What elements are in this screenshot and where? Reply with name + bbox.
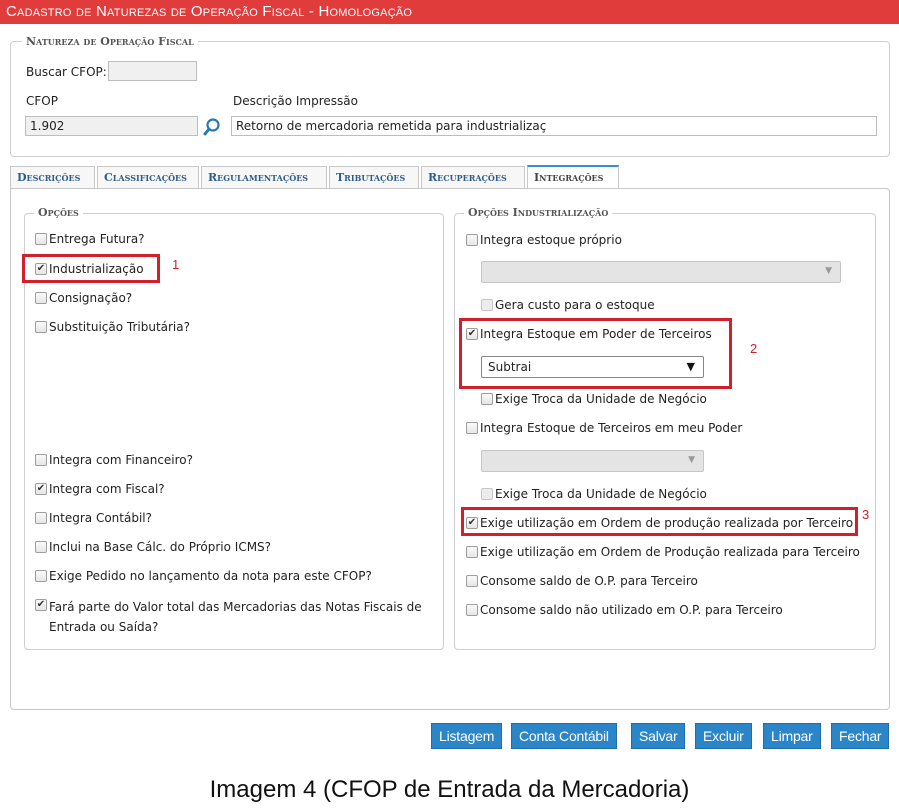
tab-descricoes[interactable]: Descrições <box>10 166 95 189</box>
checkbox-box[interactable] <box>35 570 47 582</box>
checkbox-box[interactable] <box>466 422 478 434</box>
industrializacao-legend: Opções Industrialização <box>464 206 613 219</box>
tab-recuperacoes[interactable]: Recuperações <box>421 166 525 189</box>
integra-financeiro-checkbox[interactable]: Integra com Financeiro? <box>35 452 193 468</box>
annotation-number-2: 2 <box>750 341 758 356</box>
annotation-number-3: 3 <box>862 507 870 522</box>
buscar-cfop-input[interactable] <box>108 61 197 81</box>
natureza-legend: Natureza de Operação Fiscal <box>22 35 198 48</box>
consome-saldo-checkbox[interactable]: Consome saldo de O.P. para Terceiro <box>466 573 698 589</box>
substituicao-tributaria-checkbox[interactable]: Substituição Tributária? <box>35 319 190 335</box>
annotation-number-1: 1 <box>172 257 180 272</box>
window-title: Cadastro de Naturezas de Operação Fiscal… <box>0 0 899 24</box>
tab-regulamentacoes[interactable]: Regulamentações <box>201 166 327 189</box>
image-caption: Imagem 4 (CFOP de Entrada da Mercadoria) <box>209 776 690 803</box>
exige-ordem-para-terceiro-checkbox[interactable]: Exige utilização em Ordem de Produção re… <box>466 544 860 560</box>
listagem-button[interactable]: Listagem <box>431 723 503 749</box>
fechar-button[interactable]: Fechar <box>831 723 890 749</box>
limpar-button[interactable]: Limpar <box>763 723 821 749</box>
highlight-box-1 <box>22 254 160 283</box>
checkbox-box-checked[interactable]: ✔ <box>35 483 47 495</box>
checkbox-box-disabled <box>481 299 493 311</box>
checkbox-box-checked[interactable]: ✔ <box>35 599 47 611</box>
checkbox-box[interactable] <box>35 321 47 333</box>
natureza-fieldset <box>10 41 890 157</box>
salvar-button[interactable]: Salvar <box>631 723 686 749</box>
checkbox-box[interactable] <box>35 454 47 466</box>
checkbox-box[interactable] <box>35 233 47 245</box>
highlight-box-2 <box>459 318 732 389</box>
checkbox-box[interactable] <box>466 575 478 587</box>
buscar-cfop-label: Buscar CFOP: <box>26 65 107 79</box>
consignacao-checkbox[interactable]: Consignação? <box>35 290 132 306</box>
opcoes-legend: Opções <box>34 206 83 219</box>
integra-terceiros-meu-poder-checkbox[interactable]: Integra Estoque de Terceiros em meu Pode… <box>466 420 742 436</box>
exige-troca-unidade-2-checkbox: Exige Troca da Unidade de Negócio <box>481 486 707 502</box>
exige-pedido-checkbox[interactable]: Exige Pedido no lançamento da nota para … <box>35 568 372 584</box>
tab-integracoes[interactable]: Integrações <box>527 165 619 189</box>
checkbox-box[interactable] <box>35 292 47 304</box>
terceiros-meu-poder-select: ▼ <box>481 450 704 472</box>
tab-classificacoes[interactable]: Classificações <box>97 166 199 189</box>
cfop-label: CFOP <box>26 94 58 108</box>
integra-estoque-proprio-checkbox[interactable]: Integra estoque próprio <box>466 232 622 248</box>
integra-contabil-checkbox[interactable]: Integra Contábil? <box>35 510 152 526</box>
checkbox-box[interactable] <box>466 546 478 558</box>
highlight-box-3 <box>461 507 858 536</box>
checkbox-box[interactable] <box>35 512 47 524</box>
checkbox-box[interactable] <box>466 234 478 246</box>
excluir-button[interactable]: Excluir <box>695 723 752 749</box>
gera-custo-checkbox: Gera custo para o estoque <box>481 297 655 313</box>
consome-saldo-nao-utilizado-checkbox[interactable]: Consome saldo não utilizado em O.P. para… <box>466 602 783 618</box>
chevron-down-icon: ▼ <box>825 266 832 276</box>
tab-tributacoes[interactable]: Tributações <box>329 166 419 189</box>
conta-contabil-button[interactable]: Conta Contábil <box>511 723 617 749</box>
cfop-input[interactable]: 1.902 <box>25 116 198 136</box>
descricao-label: Descrição Impressão <box>233 94 358 108</box>
search-icon[interactable] <box>202 117 222 137</box>
chevron-down-icon: ▼ <box>688 455 695 465</box>
checkbox-box-disabled <box>481 488 493 500</box>
estoque-proprio-select: ▼ <box>481 261 841 283</box>
checkbox-box[interactable] <box>466 604 478 616</box>
integra-fiscal-checkbox[interactable]: ✔ Integra com Fiscal? <box>35 481 165 497</box>
valor-total-mercadorias-checkbox[interactable]: ✔ Fará parte do Valor total das Mercador… <box>35 597 435 637</box>
inclui-base-icms-checkbox[interactable]: Inclui na Base Cálc. do Próprio ICMS? <box>35 539 271 555</box>
checkbox-box[interactable] <box>481 393 493 405</box>
checkbox-box[interactable] <box>35 541 47 553</box>
entrega-futura-checkbox[interactable]: Entrega Futura? <box>35 231 145 247</box>
descricao-input[interactable]: Retorno de mercadoria remetida para indu… <box>231 116 877 136</box>
exige-troca-unidade-1-checkbox[interactable]: Exige Troca da Unidade de Negócio <box>481 391 707 407</box>
